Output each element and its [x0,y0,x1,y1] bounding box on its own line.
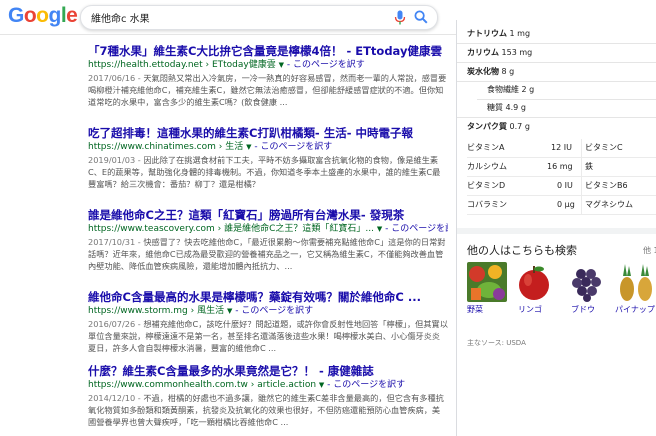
result-snippet: 2017/06/16 - 天氣悶熱又常出入冷氣房，一冷一熱真的好容易感冒，然而老… [88,73,447,107]
result-url: https://www.teascovery.com › 誰是維他命C之王？這類… [88,223,448,236]
result-breadcrumb: article.action [257,380,317,390]
vitamin-row: ビタミンD 0 IU ビタミンB6 [467,177,656,196]
vitamin-row: ビタミンA 12 IU ビタミンC [467,139,656,158]
search-input[interactable] [91,9,381,25]
row-divider [457,62,656,63]
result-domain: https://www.teascovery.com [88,224,215,234]
result-domain: https://www.chinatimes.com [88,142,216,152]
translate-link[interactable]: - このページを訳す [254,142,332,152]
result-breadcrumb: 風生活 [197,306,225,316]
result-breadcrumb: 誰是維他命C之王？這類「紅寶石」... [224,224,374,234]
search-results: 「7種水果」維生素C大比拚它含量竟是檸檬4倍！ - ETtoday健康雲 htt… [0,34,450,436]
caret-down-icon[interactable]: ▼ [377,225,382,233]
google-logo[interactable]: Google [8,4,78,28]
caret-down-icon[interactable]: ▼ [319,381,324,389]
result-breadcrumb: 生活 [225,142,244,152]
result-breadcrumb: ETtoday健康雲 [211,60,276,70]
caret-down-icon[interactable]: ▼ [246,143,251,151]
translate-link[interactable]: - このページを訳す [287,60,365,70]
vegetables-image [467,262,507,302]
row-divider [457,117,656,118]
result-title-link[interactable]: 誰是維他命C之王？這類「紅寶石」膀過所有台灣水果- 發現茶 [88,208,448,223]
caret-down-icon[interactable]: ▼ [227,307,232,315]
translate-link[interactable]: - このページを訳す [385,224,448,234]
knowledge-panel: ナトリウム 1 mg カリウム 153 mg 炭水化物 8 g 食物繊維 2 g… [456,20,656,436]
thumbnail-label[interactable]: リンゴ [518,304,542,315]
result-title-link[interactable]: 維他命C含量最高的水果是檸檬嗎？藥錠有效嗎？關於維他命C ... [88,290,448,305]
result-url: https://www.commonhealth.com.tw › articl… [88,380,406,390]
thumbnail-label[interactable]: 野菜 [467,304,483,315]
thumbnail-apple[interactable] [514,262,554,302]
nutrition-row-sodium: ナトリウム 1 mg [467,29,531,38]
thumbnail-pineapple[interactable] [615,262,655,302]
row-divider [457,81,656,82]
vitamin-row: コバラミン 0 µg マグネシウム [467,196,656,215]
data-source: 主なソース: USDA [467,339,526,347]
result-title-link[interactable]: 什麼？維生素C含量最多的水果竟然是它？！ - 康健雜誌 [88,364,448,379]
apple-image [514,262,554,302]
result-title-link[interactable]: 「7種水果」維生素C大比拚它含量竟是檸檬4倍！ - ETtoday健康雲 [88,44,448,59]
translate-link[interactable]: - このページを訳す [235,306,313,316]
search-box[interactable] [80,5,438,30]
thumbnail-vegetables[interactable] [467,262,507,302]
result-domain: https://www.storm.mg [88,306,188,316]
result-domain: https://health.ettoday.net [88,60,203,70]
result-url: https://www.chinatimes.com › 生活 ▼ - このペー… [88,142,333,152]
nutrition-row-potassium: カリウム 153 mg [467,48,533,57]
caret-down-icon[interactable]: ▼ [279,61,284,69]
search-result: 誰是維他命C之王？這類「紅寶石」膀過所有台灣水果- 發現茶 https://ww… [88,208,448,272]
nutrition-row-protein: タンパク質 0.7 g [467,122,530,131]
result-domain: https://www.commonhealth.com.tw [88,380,248,390]
result-date: 2017/06/16 - [88,73,141,83]
result-url: https://health.ettoday.net › ETtoday健康雲 … [88,60,365,70]
thumbnail-grape[interactable] [567,262,607,302]
nutrition-row-carbs: 炭水化物 8 g [467,67,515,76]
search-icon[interactable] [414,10,428,24]
people-also-search-title: 他の人はこちらも検索 [467,244,577,257]
search-result: 什麼？維生素C含量最多的水果竟然是它？！ - 康健雜誌 https://www.… [88,364,448,428]
microphone-icon[interactable] [394,10,406,25]
vitamin-row: カルシウム 16 mg 鉄 [467,158,656,177]
result-snippet: 2019/01/03 - 因此除了在挑選食材前下工夫，平時不妨多攝取富含抗氧化物… [88,155,441,189]
thumbnail-label[interactable]: ブドウ [571,304,595,315]
result-date: 2016/07/26 - [88,319,141,329]
search-result: 吃了超排毒！這種水果的維生素C打趴柑橘類- 生活- 中時電子報 https://… [88,126,448,190]
result-url: https://www.storm.mg › 風生活 ▼ - このページを訳す [88,306,314,316]
result-date: 2019/01/03 - [88,155,141,165]
row-divider [457,43,656,44]
row-divider [477,99,656,100]
thumbnail-label[interactable]: パイナップ [615,304,655,315]
more-results-link[interactable]: 他 15 [643,245,656,256]
result-snippet: 2014/12/10 - 不過，柑橘的好處也不過多讓，雖然它的維生素C差非含量最… [88,393,444,427]
result-snippet: 2016/07/26 - 想補充維他命C，該吃什麼好？問起道題，或許你會反射性地… [88,319,448,353]
section-divider [457,228,656,234]
pineapple-image [615,262,655,302]
translate-link[interactable]: - このページを訳す [327,380,405,390]
search-result: 「7種水果」維生素C大比拚它含量竟是檸檬4倍！ - ETtoday健康雲 htt… [88,44,448,108]
result-date: 2017/10/31 - [88,237,141,247]
result-title-link[interactable]: 吃了超排毒！這種水果的維生素C打趴柑橘類- 生活- 中時電子報 [88,126,448,141]
grape-image [567,262,607,302]
nutrition-row-fiber: 食物繊維 2 g [487,85,535,94]
result-date: 2014/12/10 - [88,393,141,403]
search-result: 維他命C含量最高的水果是檸檬嗎？藥錠有效嗎？關於維他命C ... https:/… [88,290,448,354]
nutrition-row-sugar: 糖質 4.9 g [487,103,526,112]
result-snippet: 2017/10/31 - 快感冒了？快去吃維他命C，「最近很累齁～你需要補充點維… [88,237,446,271]
